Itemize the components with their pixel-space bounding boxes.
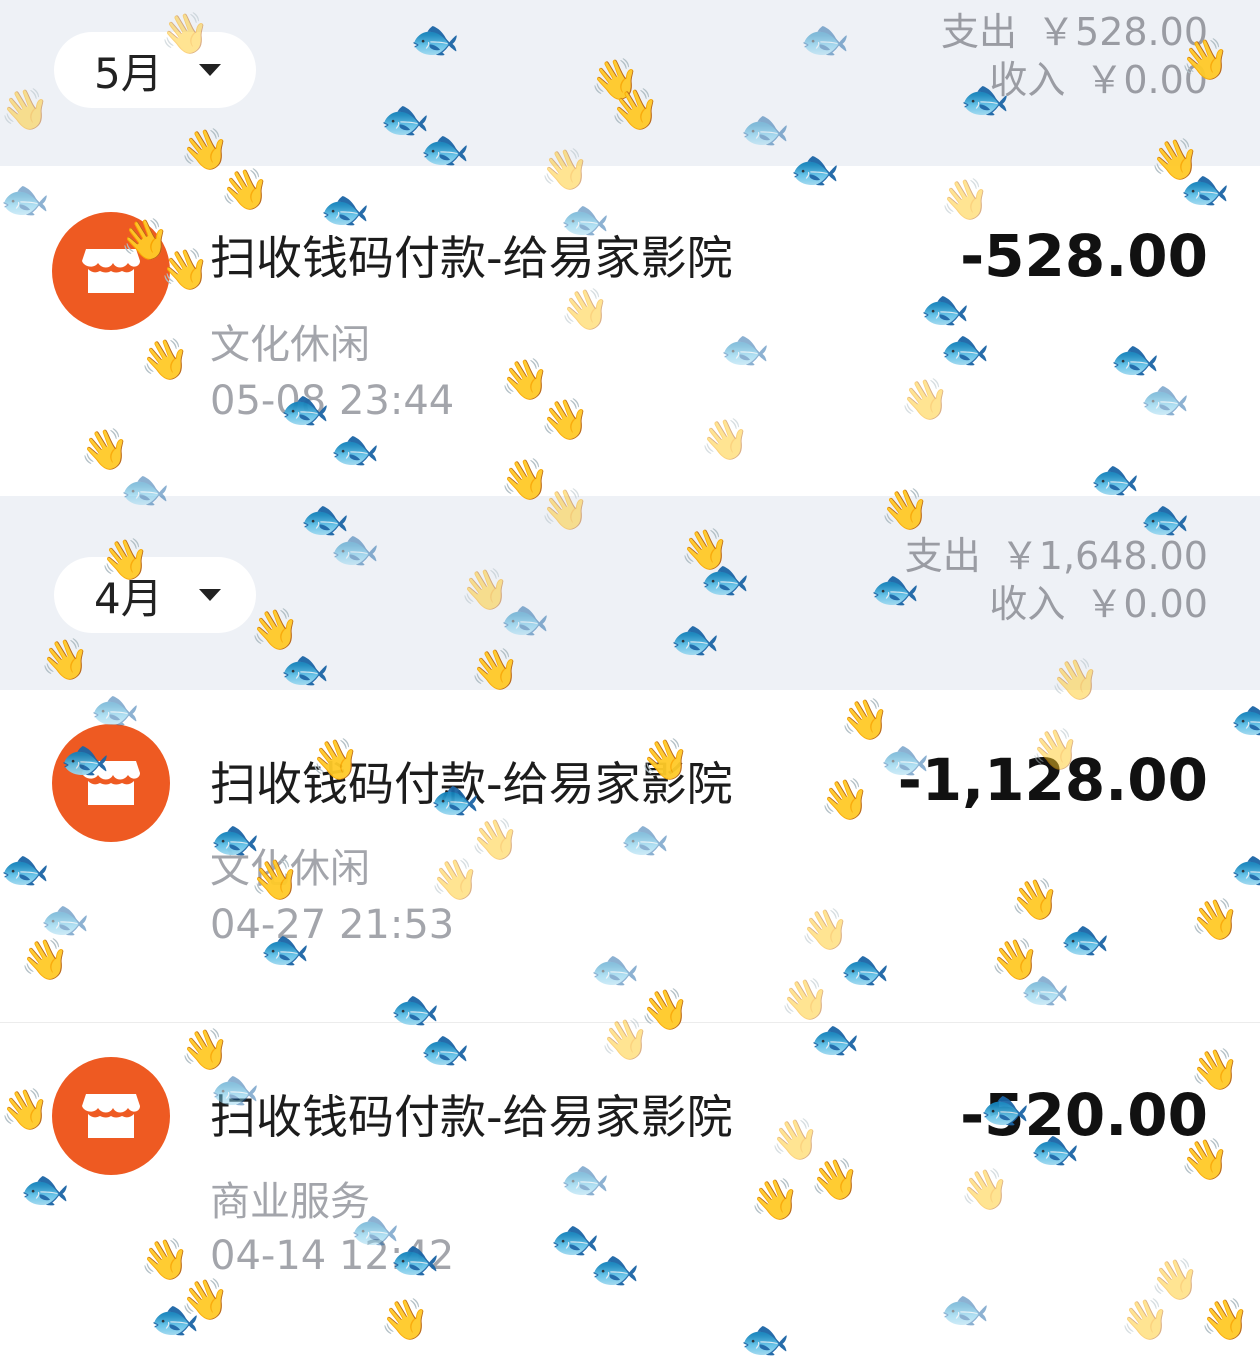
transaction-time: 05-08 23:44	[210, 378, 455, 424]
transaction-title: 扫收钱码付款-给易家影院	[210, 757, 733, 811]
income-label: 收入	[989, 58, 1066, 102]
expense-value: ￥528.00	[1037, 10, 1208, 54]
expense-label: 支出	[904, 534, 981, 578]
store-icon	[52, 1057, 170, 1175]
month-label: 4月	[94, 573, 163, 623]
income-label: 收入	[989, 582, 1066, 626]
transaction-amount: -520.00	[960, 1081, 1208, 1149]
transaction-amount: -1,128.00	[897, 746, 1208, 814]
transaction-time: 04-27 21:53	[210, 902, 455, 948]
transaction-row[interactable]: 扫收钱码付款-给易家影院 文化休闲 05-08 23:44 -528.00	[0, 166, 1260, 496]
expense-label: 支出	[941, 10, 1018, 54]
income-line: 收入 ￥0.00	[941, 56, 1208, 104]
month-label: 5月	[94, 48, 163, 98]
expense-line: 支出 ￥528.00	[941, 8, 1208, 56]
expense-value: ￥1,648.00	[1000, 534, 1208, 578]
month-header-april: 4月 支出 ￥1,648.00 收入 ￥0.00	[0, 496, 1260, 690]
transaction-amount: -528.00	[960, 222, 1208, 290]
month-summary-april: 支出 ￥1,648.00 收入 ￥0.00	[905, 532, 1208, 628]
income-line: 收入 ￥0.00	[905, 580, 1208, 628]
income-value: ￥0.00	[1085, 58, 1208, 102]
month-summary-may: 支出 ￥528.00 收入 ￥0.00	[941, 8, 1208, 104]
transaction-title: 扫收钱码付款-给易家影院	[210, 1090, 733, 1144]
transaction-category: 文化休闲	[210, 322, 370, 368]
month-selector-april[interactable]: 4月	[54, 557, 256, 633]
transaction-category: 商业服务	[210, 1179, 370, 1225]
month-header-may: 5月 支出 ￥528.00 收入 ￥0.00	[0, 0, 1260, 166]
caret-down-icon	[198, 64, 221, 76]
income-value: ￥0.00	[1085, 582, 1208, 626]
transaction-row[interactable]: 扫收钱码付款-给易家影院 文化休闲 04-27 21:53 -1,128.00	[0, 690, 1260, 1023]
expense-line: 支出 ￥1,648.00	[905, 532, 1208, 580]
caret-down-icon	[198, 589, 221, 601]
transaction-category: 文化休闲	[210, 846, 370, 892]
transaction-title: 扫收钱码付款-给易家影院	[210, 231, 733, 285]
store-icon	[52, 212, 170, 330]
transaction-time: 04-14 12:42	[210, 1233, 455, 1279]
month-selector-may[interactable]: 5月	[54, 32, 256, 108]
transaction-row[interactable]: 扫收钱码付款-给易家影院 商业服务 04-14 12:42 -520.00	[0, 1023, 1260, 1346]
store-icon	[52, 724, 170, 842]
